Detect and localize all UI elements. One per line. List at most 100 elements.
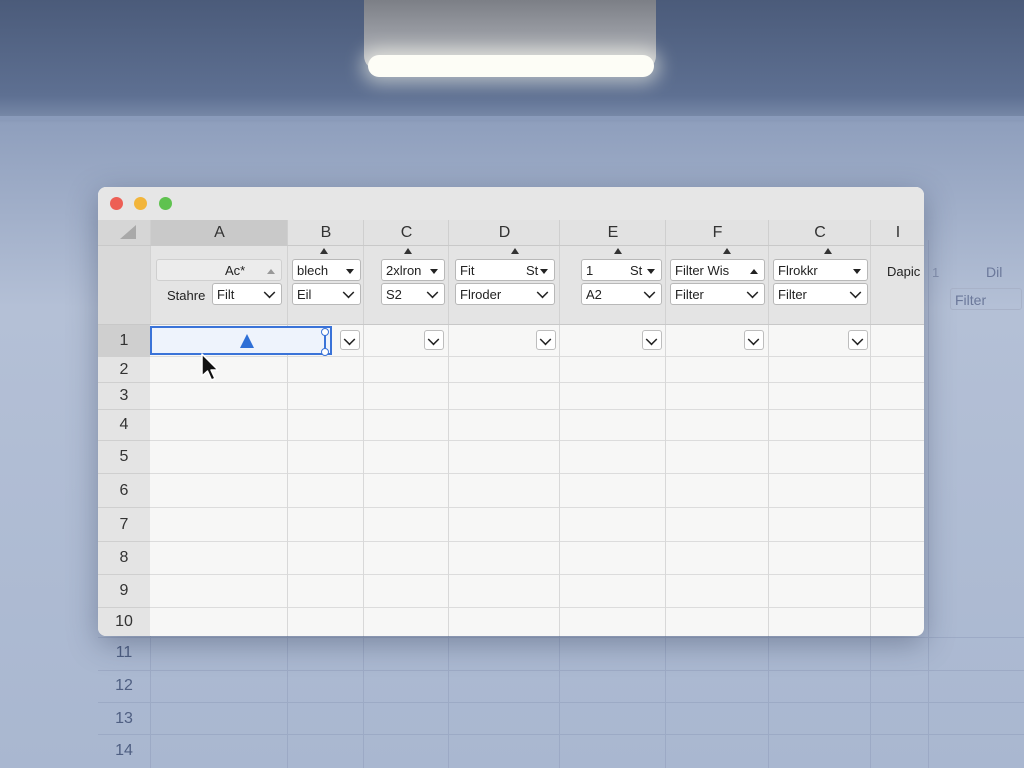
caret-down-icon <box>346 269 354 274</box>
ghost-filter-box: Filter <box>950 288 1022 310</box>
ghost-row-number: 14 <box>115 742 133 759</box>
mouse-cursor-icon <box>201 353 219 381</box>
row-header-1[interactable]: 1 <box>98 325 150 357</box>
caret-up-icon <box>750 269 758 274</box>
caret-down-icon <box>647 269 655 274</box>
lamp-light <box>368 55 654 77</box>
filter-select-b1[interactable]: blech <box>292 259 361 281</box>
filter-select-f2[interactable]: Filter <box>670 283 765 305</box>
close-button[interactable] <box>110 197 123 210</box>
column-header-i[interactable]: I <box>870 220 924 245</box>
chevron-down-icon <box>263 286 276 299</box>
filter-select-value: Eil <box>297 287 312 302</box>
sort-arrow-icon <box>723 248 731 254</box>
filter-select-value: St <box>630 263 643 278</box>
filter-select-d1[interactable]: Fit St <box>455 259 555 281</box>
column-header-f[interactable]: F <box>665 220 769 245</box>
filter-select-b2[interactable]: Eil <box>292 283 361 305</box>
filter-select-value: S2 <box>386 287 402 302</box>
filter-select-value: Flrokkr <box>778 263 818 278</box>
chevron-down-icon <box>426 286 439 299</box>
row-header-2[interactable]: 2 <box>98 357 150 383</box>
filter-band: h Ac* Stahre Filt blech Eil 2xlron S2 Fi… <box>98 246 924 325</box>
caret-up-icon <box>267 269 275 274</box>
filter-cell-e: 1 St A2 <box>559 246 666 324</box>
wall-trim <box>0 116 1024 120</box>
filter-select-c2[interactable]: S2 <box>381 283 445 305</box>
column-header-b[interactable]: B <box>287 220 364 245</box>
row-header-8[interactable]: 8 <box>98 542 150 575</box>
sort-arrow-icon <box>614 248 622 254</box>
filter-select-a1[interactable]: Ac* <box>156 259 282 281</box>
filter-select-value: Ac* <box>225 263 246 278</box>
cell-dropdown-c1[interactable] <box>424 330 444 350</box>
minimize-button[interactable] <box>134 197 147 210</box>
ghost-filter-area: Dil Filter <box>926 250 1024 320</box>
filter-select-value: Fit <box>460 263 475 278</box>
filter-select-e2[interactable]: A2 <box>581 283 662 305</box>
filter-label: Stahre <box>167 288 206 303</box>
chevron-down-icon <box>342 286 355 299</box>
caret-down-icon <box>430 269 438 274</box>
filter-cell-i: Dapic <box>870 246 924 324</box>
filter-row-header <box>98 246 150 324</box>
caret-down-icon <box>853 269 861 274</box>
fill-handle[interactable] <box>321 328 329 356</box>
ghost-row-number: 11 <box>115 644 133 661</box>
column-header-e[interactable]: E <box>559 220 666 245</box>
chevron-down-icon <box>747 333 760 346</box>
column-header-c[interactable]: C <box>363 220 449 245</box>
filter-cell-b: blech Eil <box>287 246 364 324</box>
filter-cell-g: Flrokkr Filter <box>768 246 871 324</box>
chevron-down-icon <box>539 333 552 346</box>
column-header-a[interactable]: A <box>150 220 288 245</box>
cell-dropdown-f1[interactable] <box>744 330 764 350</box>
filter-cell-a: h Ac* Stahre Filt <box>150 246 288 324</box>
column-header-d[interactable]: D <box>448 220 560 245</box>
filter-select-f1[interactable]: Filter Wis <box>670 259 765 281</box>
chevron-down-icon <box>849 286 862 299</box>
filter-cell-c: 2xlron S2 <box>363 246 449 324</box>
filter-label: Dapic <box>887 264 921 279</box>
cell-dropdown-b1[interactable] <box>340 330 360 350</box>
filter-select-a2[interactable]: Filt <box>212 283 282 305</box>
filter-select-d2[interactable]: Flroder <box>455 283 555 305</box>
filter-select-e1[interactable]: 1 St <box>581 259 662 281</box>
cell-dropdown-d1[interactable] <box>536 330 556 350</box>
row-header-5[interactable]: 5 <box>98 441 150 474</box>
tree-icon <box>240 334 254 348</box>
filter-select-value: A2 <box>586 287 602 302</box>
row-header-9[interactable]: 9 <box>98 575 150 608</box>
cell-dropdown-g1[interactable] <box>848 330 868 350</box>
sort-arrow-icon <box>320 248 328 254</box>
chevron-down-icon <box>746 286 759 299</box>
filter-select-c1[interactable]: 2xlron <box>381 259 445 281</box>
ghost-row-number: 13 <box>115 710 133 727</box>
filter-select-g2[interactable]: Filter <box>773 283 868 305</box>
row-header-4[interactable]: 4 <box>98 410 150 441</box>
row-header-3[interactable]: 3 <box>98 383 150 410</box>
filter-select-value: Filter <box>778 287 807 302</box>
filter-select-g1[interactable]: Flrokkr <box>773 259 868 281</box>
ghost-filter-label: 1 <box>932 265 940 280</box>
sort-arrow-icon <box>511 248 519 254</box>
ghost-filter-text: Dil <box>986 264 1003 280</box>
filter-select-value: Flroder <box>460 287 502 302</box>
zoom-button[interactable] <box>159 197 172 210</box>
chevron-down-icon <box>643 286 656 299</box>
column-header-row: A B C D E F C I <box>98 220 924 246</box>
chevron-down-icon <box>427 333 440 346</box>
filter-select-value: Filter <box>675 287 704 302</box>
row-header-7[interactable]: 7 <box>98 508 150 542</box>
column-header-g[interactable]: C <box>768 220 871 245</box>
select-all-corner[interactable] <box>98 220 150 245</box>
cell-dropdown-e1[interactable] <box>642 330 662 350</box>
row-header-6[interactable]: 6 <box>98 474 150 508</box>
chevron-down-icon <box>851 333 864 346</box>
row-header-10[interactable]: 10 <box>98 608 150 636</box>
filter-cell-d: Fit St Flroder <box>448 246 560 324</box>
sort-arrow-icon <box>824 248 832 254</box>
filter-select-value: 2xlron <box>386 263 422 278</box>
caret-down-icon <box>540 269 548 274</box>
selected-cell-a1[interactable] <box>150 326 332 356</box>
